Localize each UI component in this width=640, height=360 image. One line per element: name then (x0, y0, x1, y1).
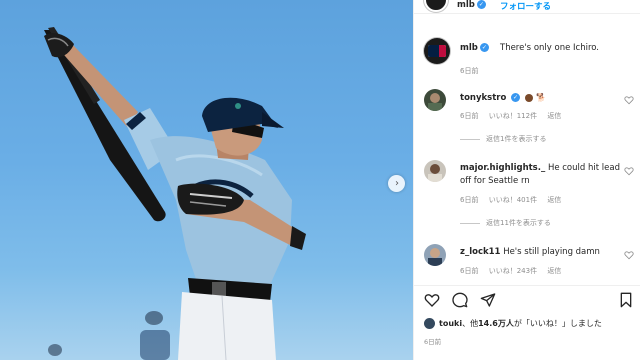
likes-summary[interactable]: touki、他14.6万人が「いいね！」しました (424, 318, 602, 329)
likes-suffix-text: が「いいね！」しました (513, 319, 602, 328)
comment-body: major.highlights._ He could hit lead off… (460, 162, 620, 188)
paper-plane-icon[interactable] (480, 292, 496, 308)
verified-badge-icon: ✓ (511, 93, 521, 102)
avatar-image (424, 244, 446, 266)
comment-body: z_lock11 He's still playing damn (460, 246, 620, 259)
liker-avatar (424, 318, 435, 329)
comment-avatar[interactable] (424, 244, 446, 266)
comment-like-heart-icon[interactable] (624, 95, 634, 105)
instagram-post-viewer: › mlb ✓ フォローする mlb ✓ There's only one Ichi… (0, 0, 640, 360)
comment-icon[interactable] (452, 292, 468, 308)
comment-meta: 6日前 いいね！243件 返信 (460, 266, 569, 276)
chevron-right-icon: › (395, 177, 399, 189)
view-replies-button[interactable]: 返信11件を表示する (460, 218, 551, 228)
comment-meta: 6日前 いいね！401件 返信 (460, 195, 569, 205)
verified-badge-icon: ✓ (476, 0, 486, 9)
face-emoji-icon (524, 93, 533, 102)
likes-middle-text: 、他 (462, 319, 479, 328)
caption-avatar[interactable] (424, 38, 450, 64)
header-username[interactable]: mlb ✓ (457, 0, 486, 10)
post-time[interactable]: 6日前 (424, 336, 441, 346)
post-actions: touki、他14.6万人が「いいね！」しました 6日前 (414, 285, 640, 360)
comment-reply-button[interactable]: 返信 (547, 112, 561, 120)
comment-like-heart-icon[interactable] (624, 166, 634, 176)
view-replies-button[interactable]: 返信1件を表示する (460, 134, 546, 144)
comment-meta: 6日前 いいね！112件 返信 (460, 111, 569, 121)
comment-avatar[interactable] (424, 89, 446, 111)
bookmark-icon[interactable] (618, 292, 634, 308)
comment-username[interactable]: tonykstro (460, 93, 506, 103)
header-avatar[interactable] (424, 0, 448, 12)
comment-body: tonykstro ✓ 🐕 (460, 91, 620, 105)
comment-time[interactable]: 6日前 (460, 267, 478, 275)
view-replies-label[interactable]: 返信11件を表示する (486, 219, 551, 227)
caption-username-text[interactable]: mlb (460, 43, 478, 53)
post-side-panel: mlb ✓ フォローする mlb ✓ There's only one Ichiro… (413, 0, 640, 360)
replies-divider (460, 222, 480, 224)
post-photo: › (0, 0, 413, 360)
view-replies-label[interactable]: 返信1件を表示する (486, 135, 546, 143)
follow-button[interactable]: フォローする (500, 0, 551, 12)
comment-likes[interactable]: いいね！112件 (489, 112, 537, 120)
mlb-logo-icon (428, 45, 446, 57)
heart-icon[interactable] (424, 292, 440, 308)
comment-reply-button[interactable]: 返信 (547, 267, 561, 275)
post-header: mlb ✓ フォローする (414, 0, 640, 14)
comment-time[interactable]: 6日前 (460, 112, 478, 120)
avatar-image (424, 160, 446, 182)
comment-likes[interactable]: いいね！401件 (489, 196, 537, 204)
avatar-image (424, 89, 446, 111)
comment-username[interactable]: major.highlights._ (460, 163, 545, 173)
next-photo-button[interactable]: › (388, 175, 405, 192)
dog-emoji-icon: 🐕 (536, 93, 547, 102)
batter-illustration (44, 27, 306, 360)
verified-badge-icon: ✓ (479, 43, 489, 52)
likes-count[interactable]: 14.6万人 (478, 319, 514, 328)
caption-username[interactable]: mlb ✓ (460, 43, 489, 53)
comment-username[interactable]: z_lock11 (460, 247, 500, 257)
comment-avatar[interactable] (424, 160, 446, 182)
likes-first-user[interactable]: touki (439, 319, 462, 328)
comment-time[interactable]: 6日前 (460, 196, 478, 204)
comment-like-heart-icon[interactable] (624, 250, 634, 260)
comment-likes[interactable]: いいね！243件 (489, 267, 537, 275)
caption-time[interactable]: 6日前 (460, 66, 478, 76)
replies-divider (460, 138, 480, 140)
header-username-text[interactable]: mlb (457, 0, 475, 10)
comment-reply-button[interactable]: 返信 (547, 196, 561, 204)
caption-text: There's only one Ichiro. (500, 43, 600, 53)
comment-text: He's still playing damn (503, 247, 600, 257)
